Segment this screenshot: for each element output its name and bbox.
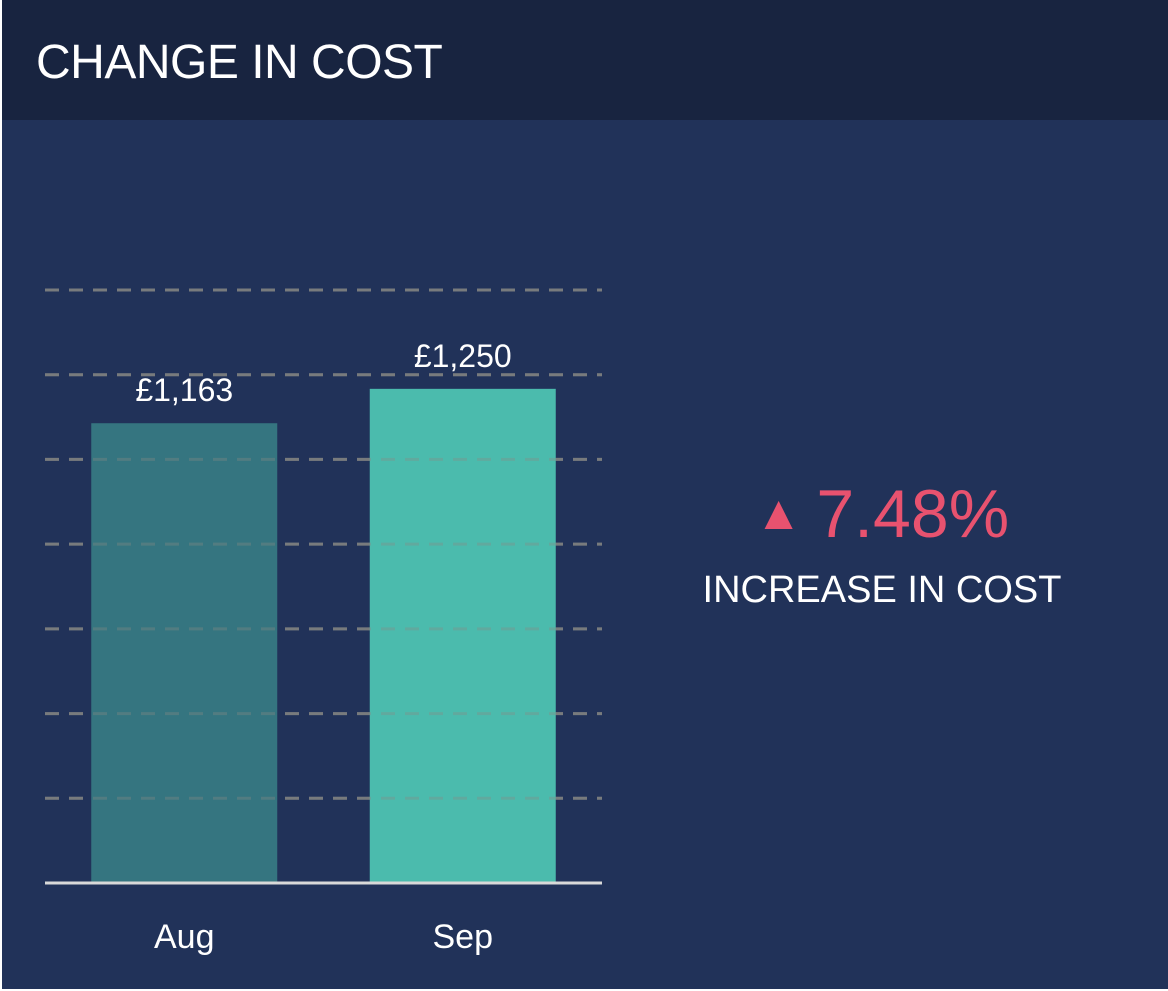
data-label-sep: £1,250 (414, 338, 512, 374)
kpi-label: INCREASE IN COST (702, 569, 1062, 611)
kpi-value-row: ▲ 7.48% (642, 470, 1122, 558)
cost-card: CHANGE IN COST £1,163 Aug £1,250 Sep ▲ 7.48%… (2, 0, 1168, 989)
x-tick-label-aug: Aug (154, 918, 215, 956)
kpi-block: ▲ 7.48% INCREASE IN COST (642, 470, 1122, 612)
bar-sep (369, 388, 556, 883)
data-label-aug: £1,163 (135, 372, 233, 408)
up-arrow-icon: ▲ (754, 487, 803, 540)
bar-aug (91, 423, 278, 883)
kpi-value: 7.48% (816, 476, 1010, 552)
x-tick-label-sep: Sep (433, 918, 494, 956)
bar-layer (91, 388, 556, 883)
cost-bar-chart: £1,163 Aug £1,250 Sep (45, 288, 602, 956)
